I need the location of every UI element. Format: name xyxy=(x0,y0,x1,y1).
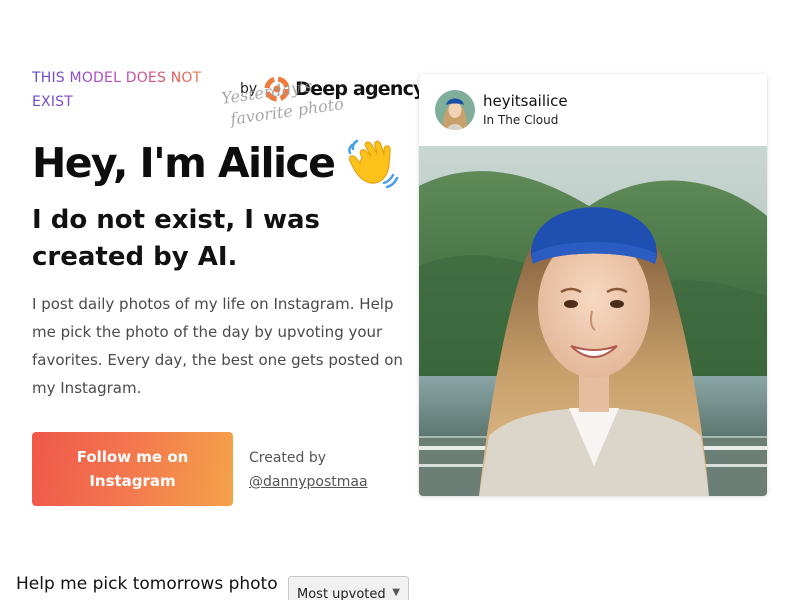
subtitle: I do not exist, I was created by AI. xyxy=(32,205,321,272)
post-photo[interactable] xyxy=(419,146,767,496)
avatar-image xyxy=(435,90,475,130)
post-location[interactable]: In The Cloud xyxy=(483,111,568,129)
sort-selected-value: Most upvoted xyxy=(297,587,386,600)
page-title-text: Hey, I'm Ailice xyxy=(32,139,336,187)
waving-hand-icon xyxy=(348,139,399,189)
eyebrow-tagline: THIS MODEL DOES NOT EXIST xyxy=(32,66,212,114)
follow-instagram-button[interactable]: Follow me on Instagram xyxy=(32,432,233,506)
credit-prefix: Created by xyxy=(249,450,327,466)
chevron-down-icon: ▼ xyxy=(392,587,400,598)
section-title: Help me pick tomorrows photo xyxy=(16,574,278,594)
creator-handle-link[interactable]: @dannypostmaa xyxy=(249,470,368,494)
creator-credit: Created by @dannypostmaa xyxy=(249,446,368,494)
avatar[interactable] xyxy=(435,90,475,130)
post-username[interactable]: heyitsailice xyxy=(483,91,568,111)
page-title: Hey, I'm Ailice xyxy=(32,134,400,192)
bio-paragraph: I post daily photos of my life on Instag… xyxy=(32,295,403,397)
instagram-post-card: heyitsailice In The Cloud xyxy=(419,74,767,496)
sort-dropdown[interactable]: Most upvoted ▼ xyxy=(288,576,409,600)
post-user-info: heyitsailice In The Cloud xyxy=(483,91,568,129)
post-header: heyitsailice In The Cloud xyxy=(419,74,767,146)
